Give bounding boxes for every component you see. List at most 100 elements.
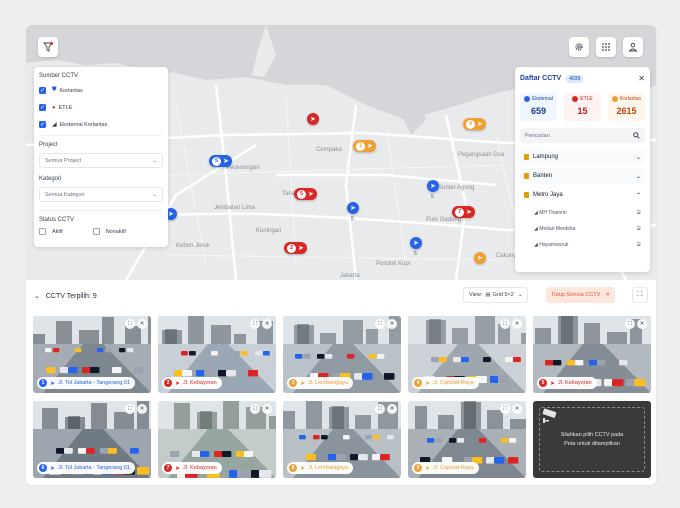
cctv-location: Jl. Lembangjaya: [308, 465, 349, 471]
status-nonaktif[interactable]: Nonaktif: [92, 228, 126, 235]
map-marker[interactable]: ➤: [427, 180, 439, 192]
expand-icon[interactable]: ⛶: [375, 404, 385, 414]
close-icon[interactable]: ✕: [638, 74, 645, 83]
source-etle[interactable]: ✓ ● ETLE: [39, 101, 163, 114]
kategori-select[interactable]: Semua Kategori ⌄: [39, 187, 163, 202]
cctv-tile[interactable]: ⛶ ✕ 5 ➤ Jl. Kebayoran: [533, 316, 651, 393]
cctv-tile[interactable]: ⛶ ✕ 7 ➤ Jl. Kebayoran: [158, 401, 276, 478]
navigation-icon: ➤: [477, 254, 483, 262]
close-all-button[interactable]: Tutup Semua CCTV ✕: [546, 287, 615, 303]
map-marker[interactable]: ➤: [474, 252, 486, 264]
settings-button[interactable]: [569, 37, 589, 57]
stat-eksternal[interactable]: Eksternal 659: [520, 93, 557, 121]
empty-text-line: Silahkan pilih CCTV pada: [560, 431, 624, 438]
close-icon[interactable]: ✕: [637, 319, 647, 329]
expand-icon[interactable]: ⛶: [500, 319, 510, 329]
close-icon[interactable]: ✕: [137, 319, 147, 329]
checkbox-checked-icon[interactable]: ✓: [39, 121, 46, 128]
close-icon[interactable]: ✕: [262, 404, 272, 414]
expand-icon[interactable]: ⛶: [250, 319, 260, 329]
cctv-tile[interactable]: ⛶ ✕ 4 ➤ Jl. Caputat Raya: [408, 316, 526, 393]
selected-toggle[interactable]: ⌄ CCTV Terpilih: 9: [34, 292, 97, 301]
close-icon[interactable]: ✕: [137, 404, 147, 414]
cctv-item[interactable]: ◢ MH Thamrin ☰: [520, 206, 645, 220]
map-marker[interactable]: 5 ➤: [209, 155, 232, 167]
checkbox-unchecked-icon[interactable]: [39, 228, 46, 235]
apps-button[interactable]: [596, 37, 616, 57]
expand-icon[interactable]: ⛶: [500, 404, 510, 414]
source-korlantas[interactable]: ✓ ⛊ Korlantas: [39, 84, 163, 97]
cctv-tile[interactable]: ⛶ ✕ 6 ➤ Jl. Tol Jakarta - Tangerang 01: [33, 401, 151, 478]
region-banten[interactable]: Banten ⌄: [520, 168, 645, 184]
cctv-tile[interactable]: ⛶ ✕ 1 ➤ Jl. Tol Jakarta - Tangerang 01: [33, 316, 151, 393]
cctv-caption: 9 ➤ Jl. Caputat Raya: [412, 462, 479, 474]
map-marker[interactable]: ➤: [307, 113, 319, 125]
kategori-title: Kategori: [39, 176, 62, 182]
map-marker[interactable]: 2 ➤: [284, 242, 307, 254]
region-lampung[interactable]: Lampung ⌄: [520, 149, 645, 165]
cctv-caption: 6 ➤ Jl. Tol Jakarta - Tangerang 01: [37, 462, 135, 474]
close-icon[interactable]: ✕: [387, 404, 397, 414]
map-label: Kuningan: [256, 228, 282, 234]
map-marker[interactable]: 7 ➤: [452, 206, 475, 218]
checkbox-checked-icon[interactable]: ✓: [39, 104, 46, 111]
navigation-icon: ➤: [550, 380, 556, 387]
expand-icon[interactable]: ⛶: [625, 319, 635, 329]
fullscreen-button[interactable]: ⛶: [632, 287, 648, 303]
view-select[interactable]: View: ▤ Grid 5×2 ⌄: [463, 287, 529, 303]
map-label: Sunter Agung: [438, 185, 475, 191]
filter-icon: [43, 42, 53, 52]
map-marker[interactable]: 4 ➤: [463, 118, 486, 130]
navigation-icon: ➤: [223, 157, 229, 165]
stat-korlantas[interactable]: Korlantas 2615: [608, 93, 645, 121]
expand-icon[interactable]: ⛶: [375, 319, 385, 329]
map-marker[interactable]: 3 ➤: [353, 140, 376, 152]
close-icon[interactable]: ✕: [512, 404, 522, 414]
cctv-tile[interactable]: ⛶ ✕ 8 ➤ Jl. Lembangjaya: [283, 401, 401, 478]
cctv-grid: ⛶ ✕ 1 ➤ Jl. Tol Jakarta - Tangerang 01 ⛶ ✕ 2 ➤ J…: [33, 316, 651, 478]
status-aktif[interactable]: Aktif: [39, 228, 63, 235]
cctv-tile[interactable]: ⛶ ✕ 3 ➤ Jl. Lembangjaya: [283, 316, 401, 393]
cctv-item[interactable]: ◢ Hayamwuruk ☰: [520, 238, 645, 252]
map-view[interactable]: Pecenongan Jembatan Lima Kebon Jeruk Kun…: [26, 25, 656, 280]
map-marker[interactable]: 5 ➤: [294, 188, 317, 200]
cctv-tile[interactable]: ⛶ ✕ 2 ➤ Jl. Kebayoran: [158, 316, 276, 393]
checkbox-checked-icon[interactable]: ✓: [39, 87, 46, 94]
chevron-down-icon: ⌄: [34, 293, 40, 300]
divider: [39, 210, 163, 211]
cctv-location: Jl. Lembangjaya: [308, 380, 349, 386]
checkbox-unchecked-icon[interactable]: [92, 228, 100, 235]
expand-icon[interactable]: ⛶: [125, 319, 135, 329]
region-metro-jaya[interactable]: Metro Jaya ⌃: [520, 187, 645, 203]
project-select[interactable]: Semua Project ⌄: [39, 153, 163, 168]
filter-toggle-button[interactable]: [38, 37, 58, 57]
expand-icon[interactable]: ⛶: [250, 404, 260, 414]
cctv-item[interactable]: ◢ Medan Merdeka ☰: [520, 222, 645, 236]
empty-cctv-slot[interactable]: Silahkan pilih CCTV pada Peta untuk dita…: [533, 401, 651, 478]
map-label: Pulo Gadung: [426, 217, 462, 223]
cctv-caption: 7 ➤ Jl. Kebayoran: [162, 462, 222, 474]
search-input[interactable]: Pencarian: [520, 128, 645, 143]
expand-icon[interactable]: ⛶: [125, 404, 135, 414]
source-label: ETLE: [58, 104, 73, 111]
user-button[interactable]: [623, 37, 643, 57]
navigation-icon: ➤: [477, 120, 483, 128]
list-header: Daftar CCTV 4039 ✕: [520, 74, 645, 83]
map-marker[interactable]: ➤: [347, 202, 359, 214]
navigation-icon: ➤: [50, 380, 56, 387]
stat-etle[interactable]: ETLE 15: [564, 93, 601, 121]
cctv-tile[interactable]: ⛶ ✕ 9 ➤ Jl. Caputat Raya: [408, 401, 526, 478]
marker-count: 5: [431, 194, 434, 200]
navigation-icon: ➤: [298, 244, 304, 252]
cctv-location: Jl. Caputat Raya: [433, 380, 474, 386]
close-icon[interactable]: ✕: [262, 319, 272, 329]
selected-bar: ⌄ CCTV Terpilih: 9 View: ▤ Grid 5×2 ⌄ Tu…: [26, 287, 656, 305]
close-icon[interactable]: ✕: [512, 319, 522, 329]
cctv-number: 6: [39, 464, 47, 472]
navigation-icon: ➤: [425, 380, 431, 387]
cctv-location: Jl. Caputat Raya: [433, 465, 474, 471]
close-icon[interactable]: ✕: [387, 319, 397, 329]
cctv-caption: 3 ➤ Jl. Lembangjaya: [287, 377, 354, 389]
source-eksternal[interactable]: ✓ ◢ Eksternal Korlantas: [39, 118, 163, 131]
map-marker[interactable]: ➤: [410, 237, 422, 249]
